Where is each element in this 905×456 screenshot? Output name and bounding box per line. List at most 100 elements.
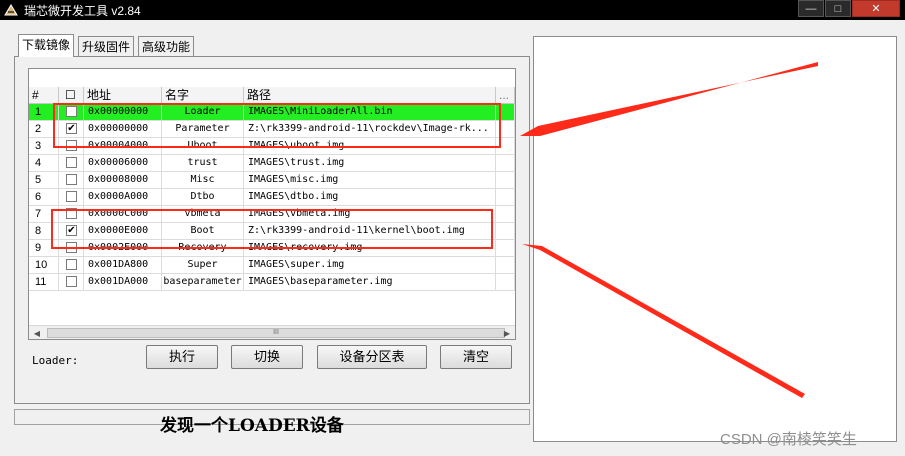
checkbox-icon[interactable]: [66, 106, 77, 117]
row-address: 0x0002E000: [84, 240, 162, 256]
table-row[interactable]: 8 ✔ 0x0000E000 Boot Z:\rk3399-android-11\ker…: [29, 223, 515, 240]
row-number: 6: [29, 189, 59, 205]
row-path[interactable]: IMAGES\super.img: [244, 257, 496, 273]
row-address: 0x00008000: [84, 172, 162, 188]
checkbox-icon[interactable]: [66, 259, 77, 270]
row-extra: [496, 155, 515, 171]
row-address: 0x001DA000: [84, 274, 162, 290]
row-number: 8: [29, 223, 59, 239]
checkbox-icon[interactable]: [66, 208, 77, 219]
row-name: Loader: [162, 104, 244, 120]
switch-button[interactable]: 切换: [231, 345, 303, 369]
row-name: Boot: [162, 223, 244, 239]
header-address[interactable]: 地址: [84, 87, 162, 103]
row-address: 0x0000E000: [84, 223, 162, 239]
row-extra: [496, 121, 515, 137]
row-checkbox[interactable]: ✔: [59, 121, 84, 137]
window-title: 瑞芯微开发工具 v2.84: [24, 4, 141, 18]
row-number: 4: [29, 155, 59, 171]
table-row[interactable]: 5 0x00008000 Misc IMAGES\misc.img: [29, 172, 515, 189]
table-row[interactable]: 9 0x0002E000 Recovery IMAGES\recovery.img: [29, 240, 515, 257]
row-path[interactable]: IMAGES\vbmeta.img: [244, 206, 496, 222]
row-name: Parameter: [162, 121, 244, 137]
checkbox-icon[interactable]: [66, 157, 77, 168]
table-row[interactable]: 11 0x001DA000 baseparameter IMAGES\basepara…: [29, 274, 515, 291]
row-checkbox[interactable]: [59, 257, 84, 273]
header-name[interactable]: 名字: [162, 87, 244, 103]
checkbox-checked-icon[interactable]: ✔: [66, 123, 77, 134]
row-address: 0x00004000: [84, 138, 162, 154]
row-path[interactable]: Z:\rk3399-android-11\rockdev\Image-rk...: [244, 121, 496, 137]
row-extra: [496, 257, 515, 273]
scroll-left-icon[interactable]: ◀: [29, 326, 45, 339]
checkbox-icon[interactable]: [66, 242, 77, 253]
checkbox-icon[interactable]: [66, 276, 77, 287]
header-path[interactable]: 路径: [244, 87, 496, 103]
row-path[interactable]: IMAGES\trust.img: [244, 155, 496, 171]
row-address: 0x00006000: [84, 155, 162, 171]
checkbox-checked-icon[interactable]: ✔: [66, 225, 77, 236]
row-checkbox[interactable]: [59, 274, 84, 290]
client-area: 下载镜像 升级固件 高级功能 # ☐ 地址 名字 路径 ... 1 0x00000…: [0, 20, 905, 456]
row-checkbox[interactable]: [59, 104, 84, 120]
table-row[interactable]: 3 0x00004000 Uboot IMAGES\uboot.img: [29, 138, 515, 155]
row-checkbox[interactable]: [59, 240, 84, 256]
table-row[interactable]: 1 0x00000000 Loader IMAGES\MiniLoaderAll.bi…: [29, 104, 515, 121]
maximize-button[interactable]: □: [825, 0, 851, 17]
row-number: 10: [29, 257, 59, 273]
row-checkbox[interactable]: [59, 189, 84, 205]
title-bar: 瑞芯微开发工具 v2.84 — □ ✕: [0, 0, 905, 20]
clear-button[interactable]: 清空: [440, 345, 512, 369]
row-extra: [496, 223, 515, 239]
scroll-thumb[interactable]: III: [47, 328, 505, 338]
header-extra: ...: [496, 87, 515, 103]
row-name: Dtbo: [162, 189, 244, 205]
app-icon: [4, 4, 18, 16]
row-extra: [496, 104, 515, 120]
row-address: 0x001DA800: [84, 257, 162, 273]
close-button[interactable]: ✕: [852, 0, 900, 17]
log-panel[interactable]: [533, 36, 897, 442]
row-path[interactable]: IMAGES\recovery.img: [244, 240, 496, 256]
row-name: Misc: [162, 172, 244, 188]
header-num: #: [29, 87, 59, 103]
row-checkbox[interactable]: [59, 206, 84, 222]
tab-download-image[interactable]: 下载镜像: [18, 34, 75, 57]
row-address: 0x00000000: [84, 104, 162, 120]
row-path[interactable]: IMAGES\dtbo.img: [244, 189, 496, 205]
table-row[interactable]: 6 0x0000A000 Dtbo IMAGES\dtbo.img: [29, 189, 515, 206]
tab-advanced[interactable]: 高级功能: [138, 36, 195, 56]
row-path[interactable]: IMAGES\baseparameter.img: [244, 274, 496, 290]
minimize-button[interactable]: —: [798, 0, 824, 17]
row-path[interactable]: Z:\rk3399-android-11\kernel\boot.img: [244, 223, 496, 239]
watermark: CSDN @南棱笑笑生: [720, 431, 857, 448]
checkbox-icon[interactable]: [66, 140, 77, 151]
row-checkbox[interactable]: [59, 172, 84, 188]
tab-upgrade-firmware[interactable]: 升级固件: [78, 36, 135, 56]
row-number: 3: [29, 138, 59, 154]
row-number: 2: [29, 121, 59, 137]
partition-table-button[interactable]: 设备分区表: [317, 345, 427, 369]
row-extra: [496, 172, 515, 188]
row-address: 0x0000C000: [84, 206, 162, 222]
table-row[interactable]: 7 0x0000C000 vbmeta IMAGES\vbmeta.img: [29, 206, 515, 223]
row-path[interactable]: IMAGES\MiniLoaderAll.bin: [244, 104, 496, 120]
row-path[interactable]: IMAGES\uboot.img: [244, 138, 496, 154]
table-row[interactable]: 4 0x00006000 trust IMAGES\trust.img: [29, 155, 515, 172]
horizontal-scrollbar[interactable]: ◀ III ▶: [29, 325, 515, 339]
scroll-right-icon[interactable]: ▶: [499, 326, 515, 339]
row-checkbox[interactable]: [59, 155, 84, 171]
row-number: 5: [29, 172, 59, 188]
row-name: baseparameter: [162, 274, 244, 290]
execute-button[interactable]: 执行: [146, 345, 218, 369]
row-checkbox[interactable]: ✔: [59, 223, 84, 239]
row-name: vbmeta: [162, 206, 244, 222]
partition-grid[interactable]: # ☐ 地址 名字 路径 ... 1 0x00000000 Loader IMAGES…: [28, 68, 516, 340]
row-checkbox[interactable]: [59, 138, 84, 154]
table-row[interactable]: 2 ✔ 0x00000000 Parameter Z:\rk3399-android-1…: [29, 121, 515, 138]
checkbox-icon[interactable]: [66, 191, 77, 202]
table-row[interactable]: 10 0x001DA800 Super IMAGES\super.img: [29, 257, 515, 274]
header-select-all[interactable]: ☐: [59, 87, 84, 103]
row-path[interactable]: IMAGES\misc.img: [244, 172, 496, 188]
checkbox-icon[interactable]: [66, 174, 77, 185]
